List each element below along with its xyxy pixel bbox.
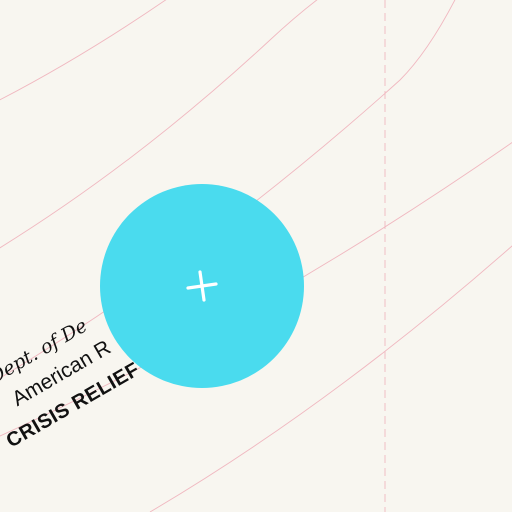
plus-icon: [186, 270, 218, 302]
canvas: Dept. of De American R CRISIS RELIEF: [0, 0, 512, 512]
guide-arc: [0, 0, 167, 101]
add-button[interactable]: [100, 184, 304, 388]
